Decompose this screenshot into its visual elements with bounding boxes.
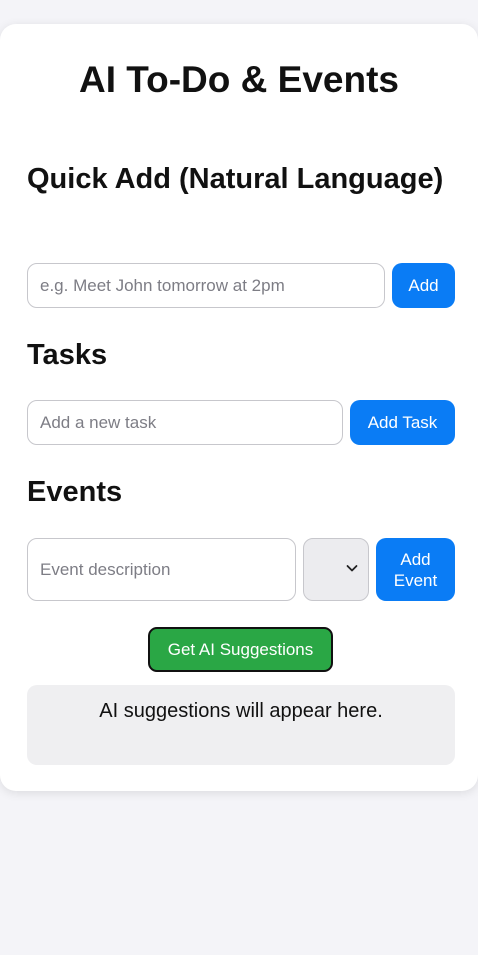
ai-suggestions-text: AI suggestions will appear here. [99, 700, 383, 722]
quick-add-button[interactable]: Add [392, 263, 455, 308]
event-type-select[interactable] [303, 538, 369, 601]
add-task-button[interactable]: Add Task [350, 400, 455, 445]
get-ai-suggestions-button[interactable]: Get AI Suggestions [148, 627, 333, 672]
tasks-heading: Tasks [27, 339, 108, 371]
quick-add-input[interactable] [27, 263, 385, 308]
task-input[interactable] [27, 400, 343, 445]
event-description-input[interactable] [27, 538, 296, 601]
events-heading: Events [27, 476, 123, 508]
page-title: AI To-Do & Events [79, 59, 399, 100]
quick-add-heading: Quick Add (Natural Language) [27, 163, 444, 195]
ai-suggestions-panel: AI suggestions will appear here. [27, 685, 455, 765]
add-event-button[interactable]: Add Event [376, 538, 455, 601]
chevron-down-icon [346, 565, 358, 572]
